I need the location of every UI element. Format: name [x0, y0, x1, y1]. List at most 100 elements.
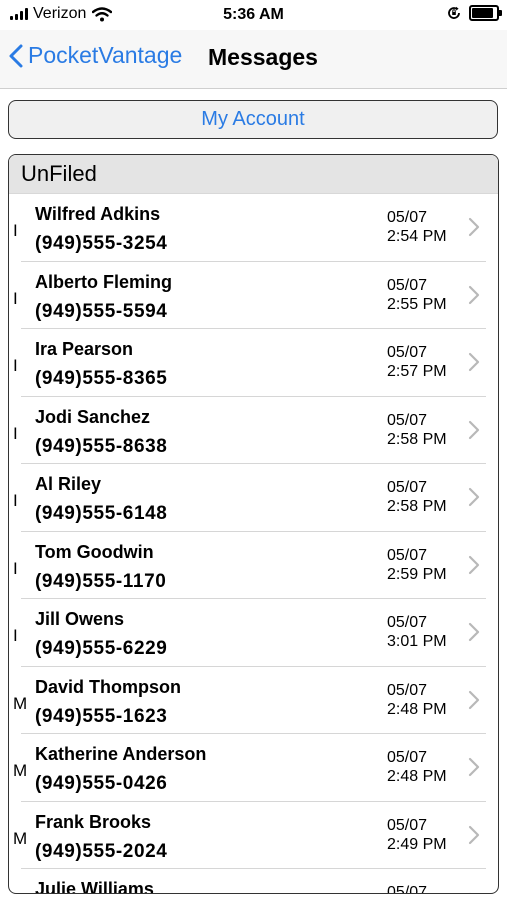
contact-phone: (949)555-6229 — [35, 638, 168, 659]
message-date: 05/07 — [387, 816, 428, 834]
message-date: 05/07 — [387, 681, 428, 699]
message-type-flag: M — [13, 828, 28, 848]
contact-phone: (949)555-8638 — [35, 435, 168, 457]
contact-name: Julie Williams — [35, 879, 154, 894]
contact-name: Frank Brooks — [35, 811, 152, 832]
contact-phone: (949)555-2024 — [35, 840, 168, 862]
contact-phone: (949)555-6148 — [35, 503, 168, 524]
message-row[interactable]: M Frank Brooks (949)555-2024 05/07 2:49 PM — [9, 802, 498, 870]
message-row[interactable]: I Al Riley (949)555-6148 05/07 2:58 PM — [9, 464, 498, 532]
message-time: 2:48 PM — [387, 700, 447, 718]
message-date: 05/07 — [387, 884, 428, 894]
message-row[interactable]: I Tom Goodwin (949)555-1170 05/07 2:59 PM — [9, 532, 498, 600]
message-type-flag: I — [13, 626, 18, 645]
message-type-flag: I — [13, 558, 18, 578]
contact-name: Jill Owens — [35, 609, 125, 629]
message-time: 2:58 PM — [387, 430, 447, 448]
orientation-lock-icon — [448, 6, 460, 19]
message-timestamp: 05/07 2:57 PM — [387, 343, 447, 381]
message-timestamp: 05/07 — [387, 883, 428, 894]
chevron-right-icon — [468, 690, 480, 709]
message-timestamp: 05/07 2:49 PM — [387, 816, 447, 854]
contact-name: Katherine Anderson — [35, 744, 207, 764]
message-type-flag: I — [13, 423, 18, 443]
contact-name: David Thompson — [35, 676, 182, 697]
message-row[interactable]: I Wilfred Adkins (949)555-3254 05/07 2:54 PM — [9, 194, 498, 262]
message-date: 05/07 — [387, 276, 428, 294]
chevron-left-icon — [9, 44, 23, 67]
contact-name: Ira Pearson — [35, 339, 134, 359]
message-timestamp: 05/07 2:58 PM — [387, 478, 447, 516]
message-date: 05/07 — [387, 479, 428, 496]
chevron-right-icon — [468, 757, 480, 777]
chevron-right-icon — [468, 217, 480, 237]
message-row[interactable]: I Jill Owens (949)555-6229 05/07 3:01 PM — [9, 599, 498, 667]
chevron-right-icon — [468, 825, 480, 844]
message-time: 2:55 PM — [387, 295, 447, 313]
chevron-right-icon — [468, 420, 480, 439]
message-time: 3:01 PM — [387, 633, 447, 650]
messages-section: UnFiled I Wilfred Adkins (949)555-3254 05/0… — [8, 154, 499, 894]
message-row[interactable]: I Alberto Fleming (949)555-5594 05/07 2:55 P… — [9, 262, 498, 330]
message-row[interactable]: M David Thompson (949)555-1623 05/07 2:48 PM — [9, 667, 498, 735]
contact-phone: (949)555-8365 — [35, 368, 168, 389]
contact-phone: (949)555-5594 — [35, 300, 168, 322]
message-type-flag: M — [13, 693, 28, 713]
chevron-right-icon — [468, 352, 480, 372]
message-date: 05/07 — [387, 614, 428, 631]
section-header: UnFiled — [9, 155, 498, 194]
message-type-flag: I — [13, 288, 18, 308]
contact-name: Alberto Fleming — [35, 271, 173, 292]
back-button-label: PocketVantage — [28, 42, 183, 68]
message-type-flag: I — [13, 491, 18, 510]
message-type-flag: I — [13, 356, 18, 375]
message-row[interactable]: I Jodi Sanchez (949)555-8638 05/07 2:58 PM — [9, 397, 498, 465]
message-time: 2:54 PM — [387, 228, 447, 245]
message-time: 2:57 PM — [387, 363, 447, 380]
message-row[interactable]: I Ira Pearson (949)555-8365 05/07 2:57 PM — [9, 329, 498, 397]
back-button[interactable]: PocketVantage — [8, 42, 182, 69]
message-date: 05/07 — [387, 749, 428, 766]
message-list: I Wilfred Adkins (949)555-3254 05/07 2:54 PM… — [9, 194, 498, 894]
message-time: 2:49 PM — [387, 835, 447, 853]
message-date: 05/07 — [387, 546, 428, 564]
message-time: 2:48 PM — [387, 768, 447, 785]
battery-icon — [469, 5, 502, 21]
message-row[interactable]: M Katherine Anderson (949)555-0426 05/07 2:4… — [9, 734, 498, 802]
message-timestamp: 05/07 3:01 PM — [387, 613, 447, 651]
message-timestamp: 05/07 2:48 PM — [387, 748, 447, 786]
navigation-bar: PocketVantage Messages — [0, 30, 507, 89]
message-row[interactable]: Julie Williams 05/07 — [9, 869, 498, 894]
message-timestamp: 05/07 2:54 PM — [387, 208, 447, 246]
message-timestamp: 05/07 2:55 PM — [387, 276, 447, 314]
contact-name: Jodi Sanchez — [35, 406, 151, 427]
chevron-right-icon — [468, 285, 480, 304]
status-right — [447, 5, 502, 21]
my-account-label: My Account — [201, 108, 305, 130]
contact-name: Al Riley — [35, 474, 102, 494]
message-timestamp: 05/07 2:59 PM — [387, 546, 447, 584]
message-date: 05/07 — [387, 344, 428, 361]
contact-name: Tom Goodwin — [35, 541, 154, 562]
message-timestamp: 05/07 2:48 PM — [387, 681, 447, 719]
message-time: 2:58 PM — [387, 498, 447, 515]
message-type-flag: M — [13, 761, 28, 780]
message-time: 2:59 PM — [387, 565, 447, 583]
status-bar: Verizon 5:36 AM — [0, 0, 507, 30]
chevron-right-icon — [468, 622, 480, 642]
page-title: Messages — [208, 44, 318, 70]
contact-phone: (949)555-1170 — [35, 570, 167, 592]
chevron-right-icon — [468, 487, 480, 507]
my-account-button[interactable]: My Account — [8, 100, 498, 139]
message-timestamp: 05/07 2:58 PM — [387, 411, 447, 449]
chevron-right-icon — [468, 555, 480, 574]
contact-phone: (949)555-3254 — [35, 233, 168, 254]
chevron-right-icon — [469, 892, 471, 893]
message-type-flag: I — [13, 221, 18, 240]
message-date: 05/07 — [387, 411, 428, 429]
status-time: 5:36 AM — [223, 6, 284, 23]
contact-phone: (949)555-0426 — [35, 773, 168, 794]
contact-phone: (949)555-1623 — [35, 705, 168, 727]
contact-name: Wilfred Adkins — [35, 204, 161, 224]
message-date: 05/07 — [387, 209, 428, 226]
